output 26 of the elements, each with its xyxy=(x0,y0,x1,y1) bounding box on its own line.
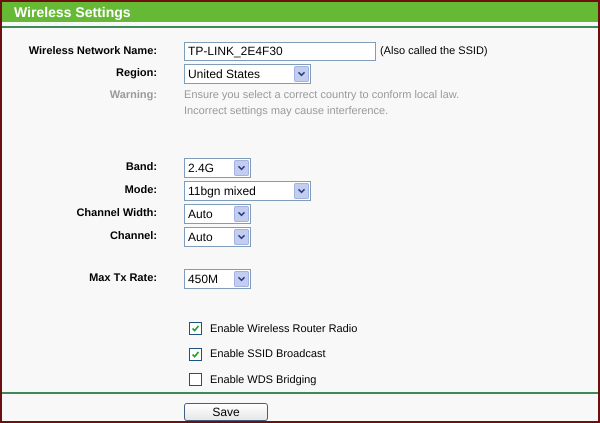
field-label: Max Tx Rate: xyxy=(88,271,157,286)
dropdown[interactable]: 2.4G xyxy=(184,158,251,178)
save-button[interactable]: Save xyxy=(184,403,268,421)
warning-text: Incorrect settings may cause interference. xyxy=(184,104,390,120)
warning-text: Ensure you select a correct country to conform local law. xyxy=(184,88,460,103)
field-label: Channel Width: xyxy=(75,206,157,222)
field-label: Mode: xyxy=(124,183,157,198)
text-input[interactable]: TP-LINK_2E4F30 xyxy=(184,42,376,61)
field-hint: (Also called the SSID) xyxy=(380,44,488,59)
dropdown[interactable]: 11bgn mixed xyxy=(184,180,311,201)
field-label: Warning: xyxy=(108,88,157,103)
checkbox-label: Enable Wireless Router Radio xyxy=(210,322,358,337)
panel-title: Wireless Settings xyxy=(2,2,598,22)
checkbox[interactable] xyxy=(189,373,202,386)
field-label: Channel: xyxy=(108,229,157,244)
checkbox-label: Enable SSID Broadcast xyxy=(210,347,326,362)
field-label: Region: xyxy=(115,66,157,82)
dropdown[interactable]: Auto xyxy=(184,204,251,224)
checkbox[interactable] xyxy=(189,348,202,361)
dropdown[interactable]: Auto xyxy=(184,226,251,247)
checkbox[interactable] xyxy=(189,322,202,336)
field-label: Band: xyxy=(124,160,157,176)
dropdown[interactable]: United States xyxy=(184,64,311,84)
dropdown[interactable]: 450M xyxy=(184,268,251,289)
field-label: Wireless Network Name: xyxy=(28,44,157,59)
checkbox-label: Enable WDS Bridging xyxy=(210,372,316,388)
